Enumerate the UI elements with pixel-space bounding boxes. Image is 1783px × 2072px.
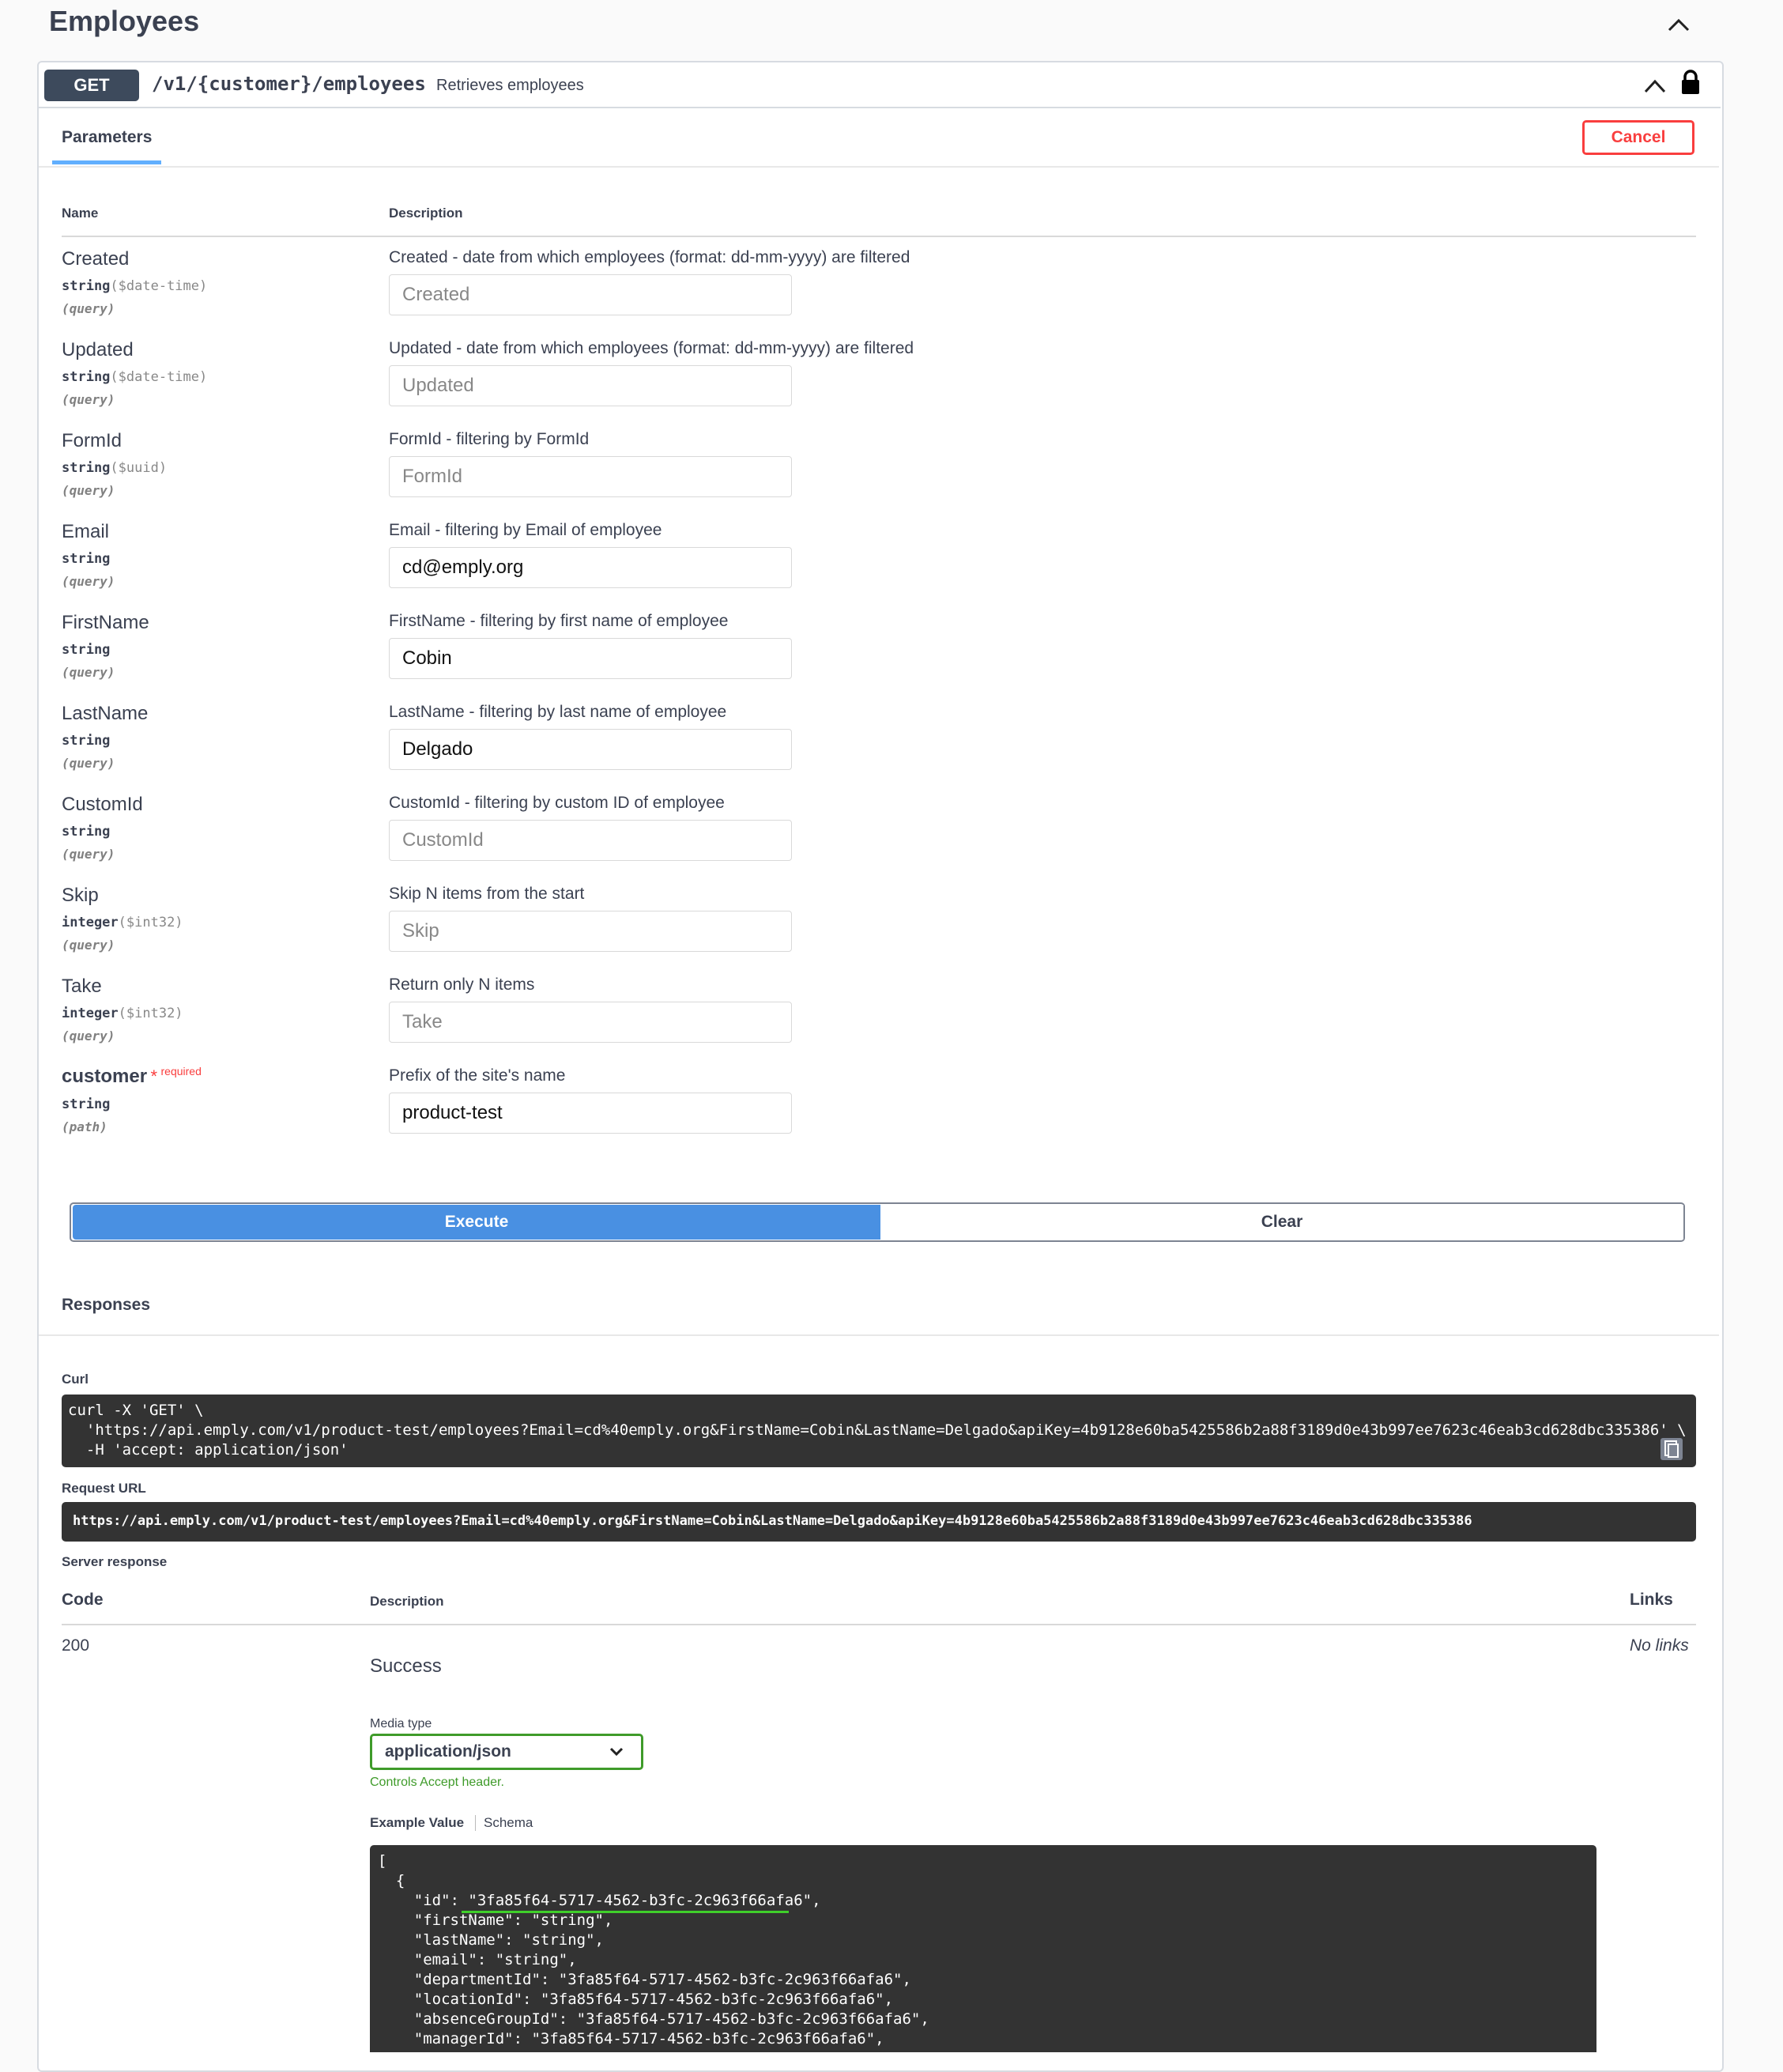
parameter-description: FormId - filtering by FormId [389, 430, 590, 448]
chevron-down-icon[interactable] [609, 1746, 624, 1758]
tab-schema[interactable]: Schema [484, 1815, 533, 1831]
parameter-location: (query) [62, 665, 115, 680]
customid-input[interactable]: CustomId [389, 820, 792, 861]
parameter-location: (path) [62, 1119, 107, 1134]
media-type-select[interactable]: application/json [370, 1734, 643, 1770]
example-value-code: [ { "id": "3fa85f64-5717-4562-b3fc-2c963… [378, 1852, 929, 2047]
skip-input[interactable]: Skip [389, 911, 792, 952]
divider [39, 1334, 1719, 1336]
parameter-type: string [62, 824, 111, 840]
parameter-description: Return only N items [389, 976, 535, 994]
highlight-underline [462, 1911, 789, 1913]
response-description: Success [370, 1655, 442, 1677]
updated-input[interactable]: Updated [389, 365, 792, 406]
responses-title: Responses [62, 1296, 151, 1314]
media-type-value: application/json [385, 1742, 511, 1761]
parameter-description: CustomId - filtering by custom ID of emp… [389, 794, 725, 812]
clear-button[interactable]: Clear [880, 1205, 1683, 1240]
active-tab-indicator [52, 160, 161, 164]
divider [39, 166, 1719, 168]
required-label: required [160, 1065, 202, 1078]
execute-button[interactable]: Execute [73, 1205, 880, 1240]
parameter-type: string [62, 1096, 111, 1112]
parameter-type: integer($int32) [62, 915, 183, 930]
response-links: No links [1630, 1636, 1689, 1655]
parameter-type: string($uuid) [62, 460, 168, 476]
parameter-name: Created [62, 248, 130, 270]
column-header-description: Description [370, 1594, 444, 1609]
lastname-input[interactable]: Delgado [389, 729, 792, 770]
column-header-description: Description [389, 206, 463, 221]
parameter-type: string($date-time) [62, 278, 208, 294]
email-input[interactable]: cd@emply.org [389, 547, 792, 588]
controls-accept-note: Controls Accept header. [370, 1776, 504, 1789]
cancel-button[interactable]: Cancel [1582, 120, 1694, 155]
formid-input[interactable]: FormId [389, 456, 792, 497]
created-input[interactable]: Created [389, 274, 792, 315]
firstname-input[interactable]: Cobin [389, 638, 792, 679]
parameter-name: Updated [62, 339, 134, 360]
parameter-description: Skip N items from the start [389, 885, 585, 903]
column-header-code: Code [62, 1591, 104, 1609]
parameter-description: Prefix of the site's name [389, 1066, 566, 1085]
parameter-name: customer * required [62, 1065, 202, 1088]
parameter-description: Updated - date from which employees (for… [389, 339, 914, 357]
take-input[interactable]: Take [389, 1002, 792, 1043]
parameter-name: FirstName [62, 612, 149, 633]
curl-command: curl -X 'GET' \ 'https://api.emply.com/v… [68, 1402, 1687, 1459]
divider [62, 1624, 1696, 1625]
request-url: https://api.emply.com/v1/product-test/em… [73, 1513, 1472, 1529]
request-url-label: Request URL [62, 1481, 146, 1496]
customer-input[interactable]: product-test [389, 1093, 792, 1134]
lock-icon[interactable] [1680, 70, 1701, 95]
response-code: 200 [62, 1636, 90, 1655]
method-badge: GET [44, 70, 139, 101]
copy-icon[interactable] [1660, 1437, 1683, 1461]
parameter-description: FirstName - filtering by first name of e… [389, 612, 729, 630]
chevron-up-icon[interactable] [1641, 76, 1669, 96]
parameter-location: (query) [62, 301, 115, 316]
operation-summary-text: Retrieves employees [436, 77, 584, 94]
column-header-links: Links [1630, 1591, 1673, 1609]
parameter-type: string [62, 642, 111, 658]
parameter-description: Created - date from which employees (for… [389, 248, 910, 266]
parameter-location: (query) [62, 938, 115, 953]
curl-label: Curl [62, 1372, 89, 1387]
parameter-name: Email [62, 521, 110, 542]
parameter-type: integer($int32) [62, 1006, 183, 1021]
parameter-type: string [62, 733, 111, 749]
server-response-label: Server response [62, 1554, 168, 1569]
media-type-label: Media type [370, 1717, 432, 1730]
tab-parameters[interactable]: Parameters [62, 128, 152, 147]
chevron-up-icon[interactable] [1663, 14, 1694, 36]
parameter-location: (query) [62, 574, 115, 589]
parameter-location: (query) [62, 1028, 115, 1044]
parameter-name: Take [62, 976, 102, 997]
section-title[interactable]: Employees [49, 5, 199, 38]
parameter-type: string($date-time) [62, 369, 208, 385]
parameter-description: Email - filtering by Email of employee [389, 521, 662, 539]
parameter-name: CustomId [62, 794, 143, 815]
divider [62, 236, 1696, 237]
parameter-location: (query) [62, 756, 115, 771]
parameter-location: (query) [62, 847, 115, 862]
parameter-name: Skip [62, 885, 99, 906]
parameter-description: LastName - filtering by last name of emp… [389, 703, 727, 721]
parameter-type: string [62, 551, 111, 567]
parameter-name: FormId [62, 430, 123, 451]
column-header-name: Name [62, 206, 99, 221]
parameter-name-text: customer [62, 1066, 148, 1087]
tab-separator [475, 1815, 476, 1831]
tab-example-value[interactable]: Example Value [370, 1815, 464, 1831]
parameter-location: (query) [62, 392, 115, 407]
required-star: * [150, 1066, 158, 1086]
operation-path: /v1/{customer}/employees [152, 73, 426, 95]
operation-block [37, 61, 1724, 2072]
parameter-location: (query) [62, 483, 115, 498]
parameter-name: LastName [62, 703, 149, 724]
